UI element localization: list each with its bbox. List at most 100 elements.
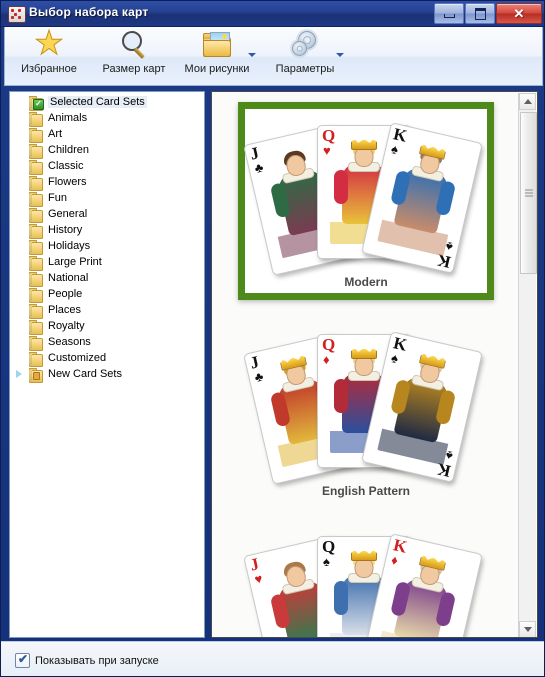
window-title: Выбор набора карт [29,5,149,19]
pictures-folder-icon [201,29,233,61]
close-button[interactable]: ✕ [496,3,542,24]
card-set-inner: J♣J♣Q♦Q♦K♠K♠English Pattern [243,318,487,502]
tree-item-label: Classic [48,160,84,172]
toolbar-label-favorites: Избранное [21,63,77,75]
court-figure [377,349,467,466]
toolbar: ★ Избранное Размер карт Мои рисунки Пара… [4,24,543,86]
tree-item-label: Flowers [48,176,87,188]
tree-item-places[interactable]: Places [10,302,204,319]
tree-item-label: General [48,208,88,220]
expand-arrow-icon[interactable] [16,370,22,378]
toolbar-item-card-size[interactable]: Размер карт [90,29,178,84]
tree-item-seasons[interactable]: Seasons [10,334,204,351]
tree-item-animals[interactable]: Animals [10,110,204,127]
check-icon: ✔ [18,652,29,666]
card-set-name: English Pattern [321,484,410,498]
folder-icon [28,335,43,351]
card-hand-preview: J♥J♥Q♠Q♠K♦K♦ [243,526,483,637]
tree-item-label: Art [48,128,63,140]
my-pictures-dropdown-arrow-icon[interactable] [248,53,256,57]
tree-item-large-print[interactable]: Large Print [10,254,204,271]
category-tree-list: ✓ Selected Card Sets Animals Art Children Cla… [10,94,204,383]
show-at-startup-checkbox-row[interactable]: ✔ Показывать при запуске [15,652,159,668]
cards-icon [8,6,26,23]
card-set-item[interactable]: J♥J♥Q♠Q♠K♦K♦ [212,520,520,637]
toolbar-item-favorites[interactable]: ★ Избранное [11,24,87,84]
options-dropdown-arrow-icon[interactable] [336,53,344,57]
folder-icon [28,255,43,271]
folder-icon [28,287,43,303]
star-icon: ★ [34,24,65,61]
folder-icon [28,303,43,319]
tree-item-national[interactable]: National [10,270,204,287]
toolbar-label-card-size: Размер карт [102,63,166,75]
card-set-frame: J♣J♣Q♦Q♦K♠K♠English Pattern [243,318,487,502]
tree-item-holidays[interactable]: Holidays [10,238,204,255]
tree-item-art[interactable]: Art [10,126,204,143]
tree-item-classic[interactable]: Classic [10,158,204,175]
tree-item-children[interactable]: Children [10,142,204,159]
scroll-down-button[interactable] [519,621,536,637]
tree-item-flowers[interactable]: Flowers [10,174,204,191]
folder-icon [28,207,43,223]
tree-item-label: Customized [48,352,107,364]
folder-icon [28,223,43,239]
tree-item-label: People [48,288,83,300]
card-set-frame: J♥J♥Q♠Q♠K♦K♦ [243,520,487,637]
tree-item-label: Places [48,304,82,316]
tree-item-label: Large Print [48,256,102,268]
scroll-up-button[interactable] [519,93,536,110]
folder-icon [28,111,43,127]
card-set-inner: J♣J♣Q♥Q♥K♠K♠Modern [243,109,487,293]
tree-item-label: Animals [48,112,88,124]
tree-item-label: Seasons [48,336,91,348]
card-set-inner: J♥J♥Q♠Q♠K♦K♦ [243,520,487,637]
scrollbar-thumb[interactable] [520,112,537,274]
card-set-name: Modern [344,275,388,289]
card-suit-icon: ♦ [323,352,330,367]
tree-item-fun[interactable]: Fun [10,190,204,207]
tree-item-history[interactable]: History [10,222,204,239]
card-set-item[interactable]: J♣J♣Q♦Q♦K♠K♠English Pattern [212,318,520,502]
scroll-up-icon [523,99,532,104]
preview-scrollbar[interactable] [518,93,537,637]
folder-icon [28,271,43,287]
folder-icon [28,319,43,335]
tree-item-people[interactable]: People [10,286,204,303]
close-icon: ✕ [513,6,525,21]
show-at-startup-label: Показывать при запуске [35,654,159,667]
minimize-button[interactable] [434,3,464,24]
tree-item-new-card-sets[interactable]: New Card Sets [10,366,204,383]
tree-item-label: National [48,272,89,284]
card-hand-preview: J♣J♣Q♦Q♦K♠K♠ [243,324,483,485]
maximize-button[interactable] [465,3,495,24]
toolbar-label-my-pictures: Мои рисунки [184,63,250,75]
folder-icon [28,191,43,207]
tree-item-customized[interactable]: Customized [10,350,204,367]
category-tree-panel[interactable]: ✓ Selected Card Sets Animals Art Children Cla… [9,91,205,638]
card-set-item[interactable]: J♣J♣Q♥Q♥K♠K♠Modern [212,102,520,300]
maximize-icon [466,4,494,23]
tree-item-label: Children [48,144,89,156]
title-bar[interactable]: Выбор набора карт ✕ [1,1,544,27]
caption-button-group: ✕ [434,3,542,24]
folder-locked-icon [28,367,43,383]
tree-item-label: Holidays [48,240,91,252]
tree-item-label: Fun [48,192,67,204]
tree-item-selected-card-sets[interactable]: ✓ Selected Card Sets [10,94,204,111]
card-suit-icon: ♠ [323,554,330,569]
folder-icon [28,143,43,159]
folder-checked-icon: ✓ [28,95,44,111]
folder-icon [28,175,43,191]
tree-item-label: Selected Card Sets [48,96,147,108]
tree-item-label: Royalty [48,320,85,332]
folder-icon [28,127,43,143]
minimize-icon [435,4,463,23]
court-figure [377,140,467,257]
tree-item-general[interactable]: General [10,206,204,223]
tree-item-royalty[interactable]: Royalty [10,318,204,335]
card-set-preview-panel[interactable]: J♣J♣Q♥Q♥K♠K♠Modern J♣J♣Q♦Q♦K♠K♠English Pa… [211,91,538,638]
show-at-startup-checkbox[interactable]: ✔ [15,652,30,668]
card-set-chooser-window: Выбор набора карт ✕ ★ Избранное Размер к… [0,0,545,677]
card-set-frame: J♣J♣Q♥Q♥K♠K♠Modern [238,102,494,300]
